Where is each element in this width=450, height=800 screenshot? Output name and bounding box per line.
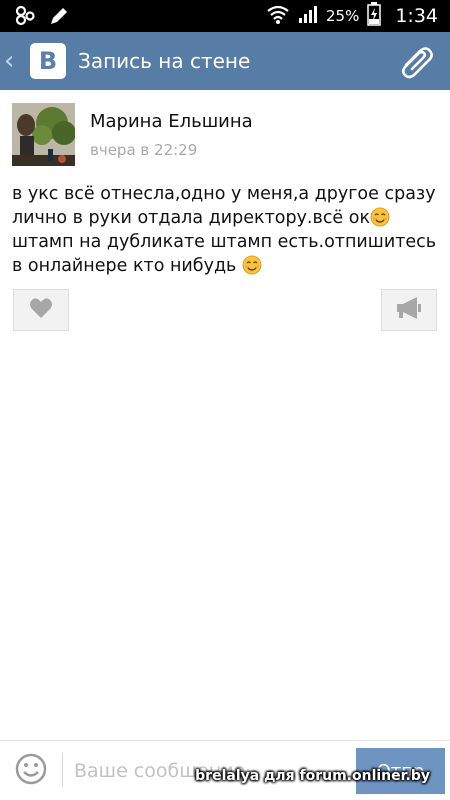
megaphone-icon — [395, 296, 423, 324]
notification-icon — [14, 5, 36, 31]
vk-logo-icon[interactable]: В — [30, 43, 66, 79]
smiley-emoji-icon — [242, 255, 262, 275]
back-chevron-icon[interactable]: ‹ — [4, 46, 22, 76]
page-title: Запись на стене — [78, 49, 251, 73]
like-button[interactable] — [13, 289, 69, 331]
clock: 1:34 — [395, 5, 438, 27]
battery-percent: 25% — [325, 7, 360, 25]
heart-icon — [29, 297, 53, 323]
composer-divider — [62, 753, 63, 787]
post-header: Марина Ельшина вчера в 22:29 — [12, 103, 438, 167]
vk-logo-letter: В — [38, 47, 58, 75]
emoji-picker-icon[interactable] — [14, 752, 48, 786]
status-bar: 25% 1:34 — [0, 0, 450, 32]
post-text: в укс всё отнесла,одно у меня,а другое с… — [12, 182, 438, 278]
battery-charging-icon — [367, 2, 382, 30]
app-header: ‹ В Запись на стене — [0, 32, 450, 90]
signal-icon — [298, 4, 318, 28]
author-name[interactable]: Марина Ельшина — [90, 111, 253, 132]
smiley-emoji-icon — [370, 207, 390, 227]
post-time: вчера в 22:29 — [90, 141, 198, 159]
paperclip-icon[interactable] — [396, 41, 436, 81]
edit-icon — [48, 5, 70, 31]
share-button[interactable] — [381, 289, 437, 331]
post-text-part-2: штамп на дубликате штамп есть.отпишитесь… — [12, 232, 437, 276]
watermark: brelalya для forum.onliner.by — [195, 768, 430, 784]
wifi-icon — [266, 3, 290, 29]
avatar[interactable] — [12, 103, 75, 166]
